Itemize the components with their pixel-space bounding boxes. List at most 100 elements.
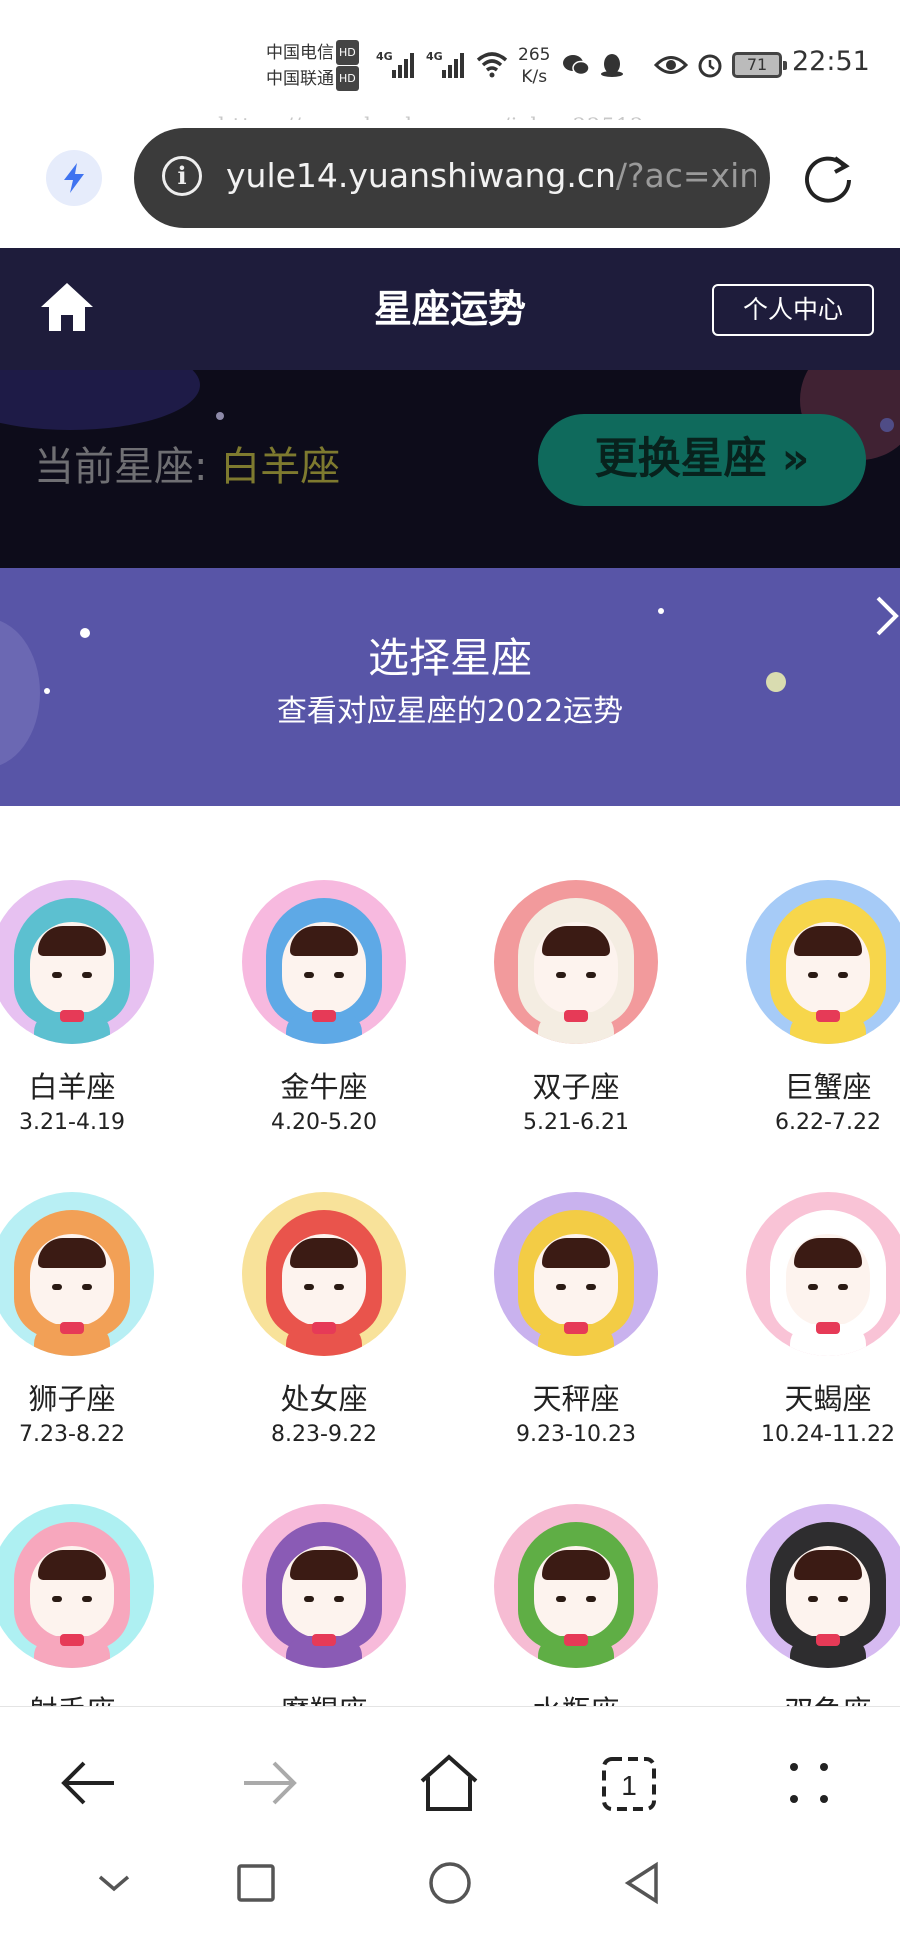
wifi-icon xyxy=(476,52,508,78)
wechat-icon xyxy=(563,55,590,76)
avatar-eye xyxy=(838,1596,848,1602)
current-sign-label: 当前星座: 白羊座 xyxy=(34,434,340,492)
avatar-eye xyxy=(838,1284,848,1290)
avatar-bow xyxy=(816,1010,840,1022)
alarm-icon xyxy=(698,54,722,78)
network-speed: 265 K/s xyxy=(518,44,550,88)
reload-icon[interactable] xyxy=(800,150,856,206)
avatar-hair xyxy=(38,1550,106,1580)
url-text[interactable]: yule14.yuanshiwang.cn/?ac=xingzu xyxy=(226,156,756,195)
signal-icon: 4G xyxy=(426,48,464,78)
decor-blob xyxy=(0,370,200,430)
zodiac-item[interactable]: 金牛座 4.20-5.20 xyxy=(224,806,424,1135)
avatar-eye xyxy=(304,1596,314,1602)
zodiac-item[interactable]: 摩羯座 xyxy=(224,1430,424,1730)
boost-button[interactable] xyxy=(46,150,102,206)
page: 中国电信 HD 中国联通 HD 4G 4G 265 K/s 71 22:51 i… xyxy=(0,0,900,1950)
zodiac-avatar[interactable] xyxy=(0,1504,154,1668)
avatar-eye xyxy=(52,1284,62,1290)
zodiac-name[interactable]: 狮子座 xyxy=(0,1376,172,1418)
avatar-eye xyxy=(556,1596,566,1602)
zodiac-avatar[interactable] xyxy=(746,1192,900,1356)
avatar-eye xyxy=(82,1596,92,1602)
avatar-hair xyxy=(38,926,106,956)
avatar-eye xyxy=(52,972,62,978)
zodiac-item[interactable]: 双子座 5.21-6.21 xyxy=(476,806,676,1135)
zodiac-grid: 白羊座 3.21-4.19 金牛座 4.20-5.20 双子座 5.21-6.21 巨蟹座 6… xyxy=(0,806,900,1728)
browser-bottom-nav: 1 xyxy=(0,1706,900,1950)
change-sign-button[interactable]: 更换星座 » xyxy=(538,414,866,506)
back-triangle-icon[interactable] xyxy=(616,1857,668,1909)
zodiac-avatar[interactable] xyxy=(242,1504,406,1668)
home-icon[interactable] xyxy=(414,1751,484,1815)
back-arrow-icon[interactable] xyxy=(54,1751,124,1815)
choose-sign-title: 选择星座 xyxy=(368,634,532,682)
zodiac-avatar[interactable] xyxy=(0,880,154,1044)
url-host: yule14.yuanshiwang.cn xyxy=(226,156,616,195)
avatar-hair xyxy=(290,926,358,956)
battery-indicator: 71 xyxy=(732,52,787,78)
zodiac-avatar[interactable] xyxy=(494,1192,658,1356)
avatar-eye xyxy=(556,972,566,978)
zodiac-avatar[interactable] xyxy=(494,1504,658,1668)
avatar-eye xyxy=(304,1284,314,1290)
zodiac-item[interactable]: 天蝎座 10.24-11.22 xyxy=(728,1118,900,1447)
tabs-icon[interactable]: 1 xyxy=(594,1751,664,1815)
zodiac-name[interactable]: 巨蟹座 xyxy=(728,1064,900,1106)
forward-arrow-icon[interactable] xyxy=(234,1751,304,1815)
speed-unit: K/s xyxy=(521,67,548,87)
eye-icon xyxy=(654,56,688,74)
address-bar[interactable]: i yule14.yuanshiwang.cn/?ac=xingzu xyxy=(134,128,770,228)
avatar-hair xyxy=(542,1238,610,1268)
zodiac-avatar[interactable] xyxy=(242,1192,406,1356)
carrier-info: 中国电信 HD 中国联通 HD xyxy=(266,40,359,92)
zodiac-item[interactable]: 天秤座 9.23-10.23 xyxy=(476,1118,676,1447)
current-sign-prefix: 当前星座: xyxy=(34,444,221,490)
zodiac-avatar[interactable] xyxy=(242,880,406,1044)
recents-square-icon[interactable] xyxy=(230,1857,282,1909)
zodiac-name[interactable]: 处女座 xyxy=(224,1376,424,1418)
avatar-hair xyxy=(290,1238,358,1268)
avatar-eye xyxy=(586,972,596,978)
zodiac-avatar[interactable] xyxy=(0,1192,154,1356)
avatar-hair xyxy=(794,926,862,956)
qq-icon xyxy=(601,54,623,77)
avatar-hair xyxy=(542,926,610,956)
zodiac-item[interactable]: 双鱼座 xyxy=(728,1430,900,1730)
zodiac-item[interactable]: 巨蟹座 6.22-7.22 xyxy=(728,806,900,1135)
zodiac-name[interactable]: 金牛座 xyxy=(224,1064,424,1106)
lightning-icon xyxy=(64,163,84,193)
zodiac-avatar[interactable] xyxy=(746,880,900,1044)
avatar-eye xyxy=(82,972,92,978)
zodiac-avatar[interactable] xyxy=(494,880,658,1044)
zodiac-item[interactable]: 白羊座 3.21-4.19 xyxy=(0,806,172,1135)
home-circle-icon[interactable] xyxy=(424,1857,476,1909)
zodiac-item[interactable]: 狮子座 7.23-8.22 xyxy=(0,1118,172,1447)
chevron-down-icon[interactable] xyxy=(88,1857,140,1909)
avatar-eye xyxy=(808,1596,818,1602)
speed-value: 265 xyxy=(518,45,551,65)
zodiac-item[interactable]: 处女座 8.23-9.22 xyxy=(224,1118,424,1447)
zodiac-name[interactable]: 天蝎座 xyxy=(728,1376,900,1418)
avatar-bow xyxy=(816,1322,840,1334)
more-menu-icon[interactable] xyxy=(774,1751,844,1815)
avatar-eye xyxy=(82,1284,92,1290)
chevron-right-icon[interactable] xyxy=(872,592,900,640)
choose-sign-banner: 选择星座 查看对应星座的2022运势 xyxy=(0,568,900,806)
personal-center-button[interactable]: 个人中心 xyxy=(712,284,874,336)
zodiac-avatar[interactable] xyxy=(746,1504,900,1668)
avatar-eye xyxy=(586,1284,596,1290)
zodiac-name[interactable]: 白羊座 xyxy=(0,1064,172,1106)
avatar-hair xyxy=(542,1550,610,1580)
zodiac-item[interactable]: 射手座 xyxy=(0,1430,172,1730)
zodiac-name[interactable]: 双子座 xyxy=(476,1064,676,1106)
info-icon[interactable]: i xyxy=(162,156,202,196)
hd-badge: HD xyxy=(336,40,359,65)
avatar-bow xyxy=(564,1634,588,1646)
avatar-hair xyxy=(290,1550,358,1580)
current-sign-value: 白羊座 xyxy=(220,444,341,490)
star-dot xyxy=(658,608,664,614)
zodiac-name[interactable]: 天秤座 xyxy=(476,1376,676,1418)
carrier-1: 中国电信 xyxy=(266,43,334,63)
zodiac-item[interactable]: 水瓶座 xyxy=(476,1430,676,1730)
